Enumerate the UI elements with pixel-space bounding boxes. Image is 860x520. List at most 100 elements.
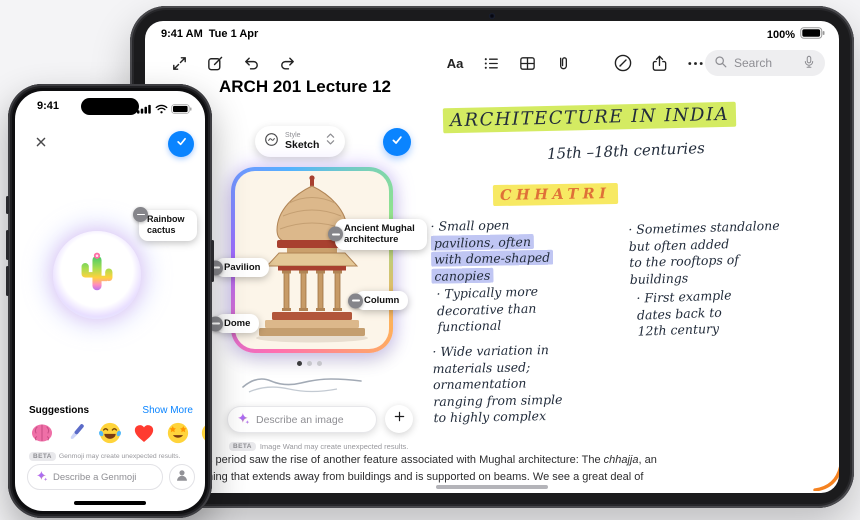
battery-percent: 100% xyxy=(766,28,795,41)
iphone-device: 9:41 Rainbow cactus Suggestions Show Mor… xyxy=(6,84,214,518)
handwritten-subheading: 15th –18th centuries xyxy=(546,138,706,164)
ipad-device: 9:41 AM Tue 1 Apr 100% Aa Search ARCH 20… xyxy=(130,6,854,508)
typed-line-2: ning that extends away from buildings an… xyxy=(207,471,644,484)
mic-icon[interactable] xyxy=(802,55,816,72)
close-button[interactable] xyxy=(28,131,54,157)
tag-label: Column xyxy=(364,295,400,306)
power-button xyxy=(211,240,214,282)
attachment-icon[interactable] xyxy=(553,53,573,73)
brain-emoji[interactable] xyxy=(29,420,55,446)
page-dot[interactable] xyxy=(307,361,312,366)
emoji-suggestions-row xyxy=(29,420,205,446)
compose-icon[interactable] xyxy=(205,53,225,73)
tag-pavilion: Pavilion xyxy=(208,258,270,278)
suggestions-label: Suggestions xyxy=(29,405,90,416)
handwritten-bullet-3: · Wide variation in materials used; orna… xyxy=(432,342,563,426)
beta-text: Image Wand may create unexpected results… xyxy=(259,442,409,451)
heart-emoji[interactable] xyxy=(131,420,157,446)
remove-tag-button[interactable] xyxy=(348,293,363,309)
tag-label: Rainbow cactus xyxy=(147,214,185,236)
signal-icon xyxy=(137,101,152,119)
battery-icon xyxy=(800,27,825,42)
close-icon xyxy=(33,134,49,155)
search-icon xyxy=(714,55,728,72)
marketing-scene: 9:41 AM Tue 1 Apr 100% Aa Search ARCH 20… xyxy=(0,0,860,520)
genmoji-sparkle-icon xyxy=(36,470,48,485)
table-icon[interactable] xyxy=(517,53,537,73)
ipad-home-indicator[interactable] xyxy=(436,485,548,489)
describe-genmoji-input[interactable]: Describe a Genmoji xyxy=(27,464,163,490)
style-value: Sketch xyxy=(285,138,320,151)
beta-badge: BETA xyxy=(229,442,256,451)
pencil-swoosh-icon xyxy=(812,461,839,493)
style-thumbnail-icon xyxy=(264,132,279,152)
checkmark-icon xyxy=(174,134,189,154)
checklist-icon[interactable] xyxy=(481,53,501,73)
typed-line-1: s period saw the rise of another feature… xyxy=(207,454,657,466)
status-time: 9:41 AM xyxy=(161,28,203,40)
tag-label: Pavilion xyxy=(224,262,261,273)
pencil-squiggle xyxy=(239,371,389,400)
ipad-camera xyxy=(489,13,495,19)
handwritten-bullet-1: · Small open pavilions, often with dome-… xyxy=(430,215,636,285)
iphone-home-indicator[interactable] xyxy=(74,501,146,505)
style-selector-chip[interactable]: Style Sketch xyxy=(255,126,346,157)
action-button xyxy=(6,196,9,214)
person-style-button[interactable] xyxy=(169,464,195,490)
describe-image-input[interactable]: Describe an image xyxy=(227,406,377,433)
beta-badge: BETA xyxy=(29,452,56,461)
handwritten-bullet-2: · Typically more decorative than functio… xyxy=(436,283,539,335)
genmoji-description-tag: Rainbow cactus xyxy=(133,207,197,241)
starstruck-emoji[interactable] xyxy=(165,420,191,446)
dynamic-island xyxy=(81,98,139,115)
volume-down-button xyxy=(6,266,9,296)
remove-tag-button[interactable] xyxy=(328,226,343,242)
rainbow-cactus-emoji xyxy=(77,250,117,301)
share-icon[interactable] xyxy=(649,53,669,73)
search-placeholder: Search xyxy=(734,56,773,70)
handwritten-bullet-5: · First example dates back to 12th centu… xyxy=(636,287,732,339)
ipad-screen: 9:41 AM Tue 1 Apr 100% Aa Search ARCH 20… xyxy=(145,21,839,493)
chevron-up-down-icon xyxy=(325,131,336,152)
page-dot[interactable] xyxy=(317,361,322,366)
page-dot[interactable] xyxy=(297,361,302,366)
add-image-button[interactable] xyxy=(385,405,413,433)
ipad-status-right: 100% xyxy=(767,27,825,42)
plus-icon xyxy=(392,409,407,429)
show-more-link[interactable]: Show More xyxy=(142,405,193,416)
iphone-status-icons xyxy=(137,101,192,119)
paintbrush-emoji[interactable] xyxy=(63,420,89,446)
smiley-emoji[interactable] xyxy=(199,420,205,446)
iphone-screen: 9:41 Rainbow cactus Suggestions Show Mor… xyxy=(15,91,205,511)
genmoji-beta-note: BETA Genmoji may create unexpected resul… xyxy=(29,452,180,461)
person-icon xyxy=(174,467,190,488)
wifi-icon xyxy=(155,101,168,119)
accept-image-button[interactable] xyxy=(383,128,411,156)
note-title: ARCH 201 Lecture 12 xyxy=(219,77,391,96)
search-field[interactable]: Search xyxy=(705,50,825,76)
text-format-button[interactable]: Aa xyxy=(445,53,465,73)
handwritten-heading: ARCHITECTURE IN INDIA xyxy=(442,101,737,134)
redo-icon[interactable] xyxy=(277,53,297,73)
beta-text: Genmoji may create unexpected results. xyxy=(58,453,181,460)
collapse-arrows-icon[interactable] xyxy=(169,53,189,73)
image-wand-beta-note: BETA Image Wand may create unexpected re… xyxy=(229,442,408,451)
handwritten-bullet-4: · Sometimes standalone but often added t… xyxy=(628,217,780,287)
describe-genmoji-placeholder: Describe a Genmoji xyxy=(53,471,137,483)
tag-dome: Dome xyxy=(208,314,260,334)
remove-tag-button[interactable] xyxy=(133,207,148,222)
battery-icon xyxy=(171,101,192,119)
handwritten-topic: CHHATRI xyxy=(492,182,618,207)
tag-label: Ancient Mughal architecture xyxy=(344,223,415,246)
genmoji-preview xyxy=(53,231,141,319)
writing-tools-icon[interactable] xyxy=(613,53,633,73)
ipad-status-bar: 9:41 AM Tue 1 Apr xyxy=(161,28,264,40)
tag-column: Column xyxy=(348,291,409,311)
image-pagination-dots[interactable] xyxy=(297,361,322,366)
undo-icon[interactable] xyxy=(241,53,261,73)
laughing-emoji[interactable] xyxy=(97,420,123,446)
volume-up-button xyxy=(6,230,9,260)
more-icon[interactable] xyxy=(685,53,705,73)
accept-genmoji-button[interactable] xyxy=(168,131,194,157)
image-wand-sparkle-icon xyxy=(237,412,250,428)
